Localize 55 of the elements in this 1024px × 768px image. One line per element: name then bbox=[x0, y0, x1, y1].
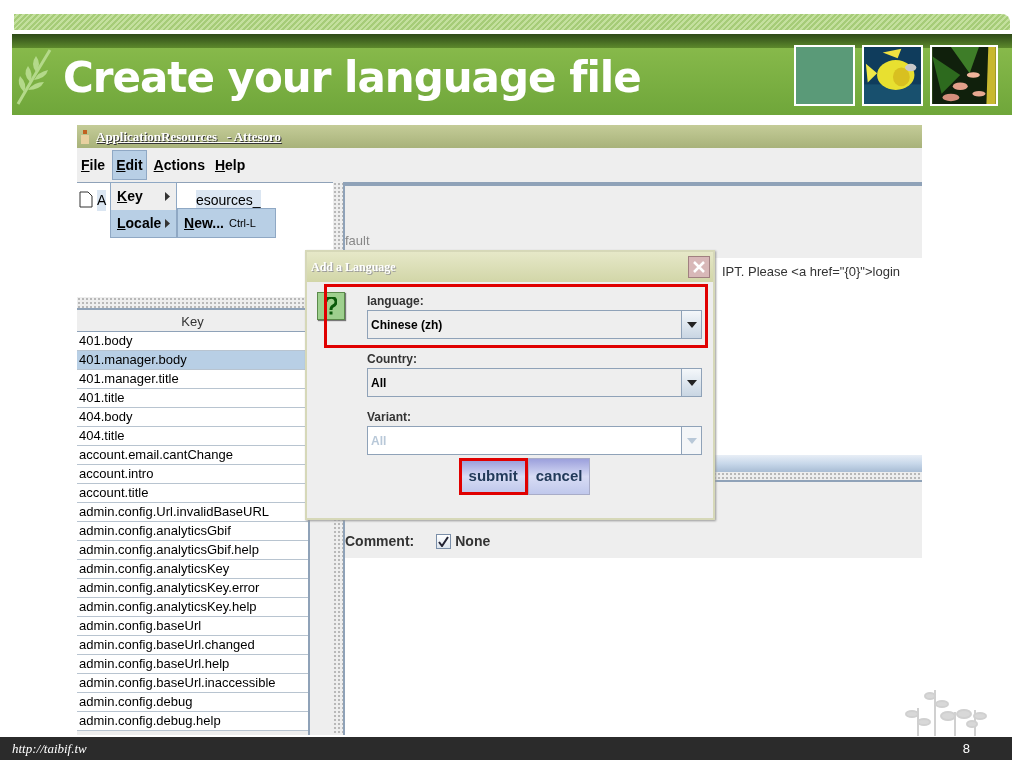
table-row[interactable]: admin.config.debug.help bbox=[77, 712, 308, 731]
table-row[interactable]: admin.config.baseUrl.inaccessible bbox=[77, 674, 308, 693]
table-row[interactable]: admin.config.baseUrl.changed bbox=[77, 636, 308, 655]
table-row[interactable]: admin.config.baseUrl bbox=[77, 617, 308, 636]
table-row[interactable]: admin.config.analyticsKey.error bbox=[77, 579, 308, 598]
check-icon bbox=[438, 536, 450, 547]
dropdown[interactable]: All bbox=[367, 368, 702, 397]
table-row[interactable]: admin.config.Url.invalidBaseURL bbox=[77, 503, 308, 522]
table-row[interactable]: admin.config.debug bbox=[77, 693, 308, 712]
table-row[interactable]: 401.manager.body bbox=[77, 351, 308, 370]
table-row[interactable]: 401.title bbox=[77, 389, 308, 408]
checkbox[interactable] bbox=[436, 534, 452, 549]
table-row[interactable]: account.intro bbox=[77, 465, 308, 484]
slide-title: Create your language file bbox=[63, 56, 641, 99]
submit-button[interactable]: submit bbox=[458, 458, 528, 495]
menu-item[interactable]: New... Ctrl-L bbox=[178, 209, 275, 237]
help-icon bbox=[317, 292, 345, 320]
submenu-arrow-icon bbox=[165, 219, 170, 228]
close-icon bbox=[692, 260, 706, 274]
table-row[interactable]: account.title bbox=[77, 484, 308, 503]
submenu-arrow-icon bbox=[165, 192, 170, 201]
dropdown[interactable]: Chinese (zh) bbox=[367, 310, 702, 339]
window-title: ApplicationResources_ - Attesoro bbox=[96, 127, 282, 146]
caret-icon bbox=[686, 437, 697, 444]
menu-item[interactable]: File bbox=[78, 150, 109, 180]
comment-label: Comment: bbox=[345, 532, 415, 551]
table-row[interactable]: 401.body bbox=[77, 332, 308, 351]
table-row[interactable]: admin.config.analyticsGbif.help bbox=[77, 541, 308, 560]
field-label: Country: bbox=[367, 351, 418, 368]
menu-item[interactable]: Help bbox=[211, 150, 249, 180]
menu-item[interactable]: Edit bbox=[112, 150, 147, 180]
table-row[interactable]: 404.body bbox=[77, 408, 308, 427]
checkbox-label: None bbox=[455, 532, 491, 551]
field-label: language: bbox=[367, 293, 425, 310]
close-button[interactable] bbox=[688, 256, 710, 278]
square-tile bbox=[794, 45, 855, 106]
table-row[interactable]: admin.config.analyticsKey.help bbox=[77, 598, 308, 617]
caret-icon bbox=[686, 379, 697, 386]
footer-url: http://taibif.tw bbox=[12, 739, 87, 758]
table-row[interactable]: admin.config.analyticsGbif bbox=[77, 522, 308, 541]
menu-item[interactable]: Locale bbox=[111, 210, 176, 237]
tree-item-text: A bbox=[97, 190, 107, 211]
locale-label: fault bbox=[345, 231, 370, 250]
table-row[interactable]: account.email.cantChange bbox=[77, 446, 308, 465]
page-number: 8 bbox=[962, 739, 970, 758]
field-label: Variant: bbox=[367, 409, 412, 426]
table-row[interactable]: admin.config.baseUrl.help bbox=[77, 655, 308, 674]
app-icon bbox=[80, 129, 90, 144]
menu-item[interactable]: Actions bbox=[150, 150, 208, 180]
table-row[interactable]: 401.manager.title bbox=[77, 370, 308, 389]
menu-item[interactable]: Key bbox=[111, 183, 176, 210]
cancel-button[interactable]: cancel bbox=[527, 458, 591, 495]
caret-icon bbox=[686, 321, 697, 328]
table-row[interactable]: admin.config.analyticsKey bbox=[77, 560, 308, 579]
table-row[interactable]: 404.title bbox=[77, 427, 308, 446]
